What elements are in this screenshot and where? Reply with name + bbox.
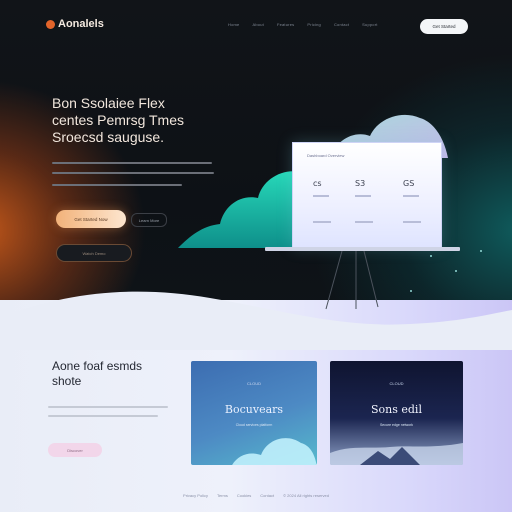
flame-icon [46, 19, 55, 29]
footer-link-contact[interactable]: Contact [260, 493, 274, 498]
card-kicker: CLOUD [246, 381, 261, 386]
card-kicker: CLOUD [389, 381, 404, 386]
dashboard-title: Dashboard Overview [307, 153, 345, 158]
nav-item-pricing[interactable]: Pricing [307, 22, 321, 27]
stat-bar [355, 221, 373, 223]
section-description-line [48, 406, 168, 408]
feature-card[interactable]: CLOUD Sons edil Secure edge network [330, 361, 463, 465]
stat-value: GS [403, 179, 415, 188]
sparkle-decoration [455, 270, 457, 272]
feature-card[interactable]: CLOUD Bocuvears Cloud services platform [191, 361, 317, 465]
mountain-icon [330, 443, 463, 465]
monitor-stand-legs [325, 251, 379, 310]
footer-copyright: © 2024 All rights reserved [283, 493, 329, 498]
stat-bar [313, 195, 329, 197]
section-title-line-2: shote [52, 374, 82, 388]
hero-title-line-1: Bon Ssolaiee Flex [52, 95, 165, 111]
stat-bar [313, 221, 331, 223]
section-title-line-1: Aone foaf esmds [52, 359, 143, 373]
wave-divider [0, 291, 512, 350]
footer-link-terms[interactable]: Terms [217, 493, 228, 498]
hero-title-line-3: Sroecsd sauguse. [52, 129, 165, 145]
cloud-icon [232, 438, 317, 465]
learn-more-button[interactable]: Learn More [131, 213, 167, 227]
nav-item-support[interactable]: Support [362, 22, 377, 27]
discover-button[interactable]: Discover [48, 443, 102, 457]
footer-link-cookies[interactable]: Cookies [237, 493, 251, 498]
stat-bar [355, 195, 371, 197]
nav-item-about[interactable]: About [252, 22, 263, 27]
nav-item-contact[interactable]: Contact [334, 22, 349, 27]
brand-name: Aonalels [58, 18, 104, 30]
card-subtitle: Secure edge network [379, 423, 414, 427]
stat-value: S3 [355, 179, 366, 188]
sparkle-decoration [480, 250, 482, 252]
top-nav: Home About Features Pricing Contact Supp… [228, 22, 378, 27]
hero-title-line-2: centes Pemrsg Tmes [52, 112, 185, 128]
section-description-line [48, 415, 158, 417]
stat-value: cs [313, 179, 322, 188]
footer: Privacy Policy Terms Cookies Contact © 2… [0, 493, 512, 498]
nav-cta-button[interactable]: Get Started [420, 19, 468, 34]
card-title: Bocuvears [224, 403, 284, 416]
dashboard-monitor: Dashboard Overview cs S3 GS [292, 142, 442, 248]
watch-demo-button[interactable]: Watch Demo [56, 244, 132, 262]
hero-description-line [52, 184, 182, 186]
card-title: Sons edil [371, 403, 422, 416]
get-started-button[interactable]: Get Started Now [56, 210, 126, 228]
stat-bar [403, 195, 419, 197]
sparkle-decoration [430, 255, 432, 257]
footer-link-privacy[interactable]: Privacy Policy [183, 493, 208, 498]
nav-item-home[interactable]: Home [228, 22, 239, 27]
logo[interactable]: Aonalels [46, 18, 104, 30]
nav-item-features[interactable]: Features [277, 22, 294, 27]
stat-bar [403, 221, 421, 223]
